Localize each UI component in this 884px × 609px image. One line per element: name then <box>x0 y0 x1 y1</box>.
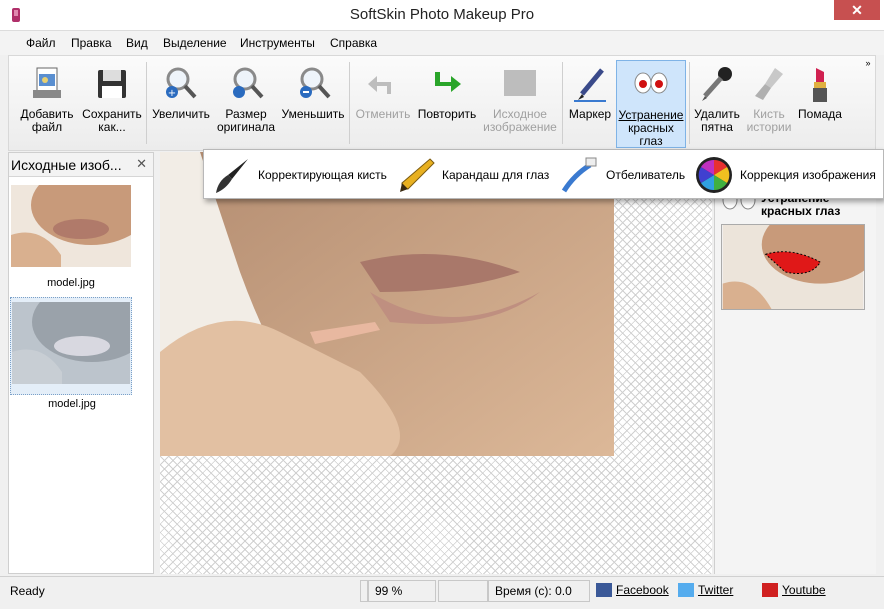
save-as-button[interactable]: Сохранить как... <box>79 60 145 148</box>
image-canvas[interactable] <box>160 152 712 574</box>
eye-pencil-item[interactable]: Карандаш для глаз <box>396 155 549 195</box>
panel-close-icon[interactable]: ✕ <box>136 156 147 172</box>
panel-header: Исходные изоб... ✕ <box>9 153 153 177</box>
whitener-label: Отбеливатель <box>606 168 686 182</box>
undo-button[interactable]: Отменить <box>352 60 414 148</box>
title-bar: SoftSkin Photo Makeup Pro ✕ <box>0 0 884 31</box>
image-correction-label: Коррекция изображения <box>740 168 876 182</box>
thumbnail-image <box>12 302 130 384</box>
source-images-panel: Исходные изоб... ✕ model.jpg model.jpg <box>8 152 154 574</box>
remove-spots-label-2: пятна <box>701 120 733 134</box>
eye-pencil-label: Карандаш для глаз <box>442 168 550 182</box>
marker-label: Маркер <box>568 107 612 121</box>
svg-text:+: + <box>168 88 176 99</box>
source-image-icon <box>504 70 536 96</box>
tool-name-line-2: красных глаз <box>761 204 841 218</box>
zoom-readout: 99 % <box>368 580 436 602</box>
status-cell <box>360 580 368 602</box>
menu-help[interactable]: Справка <box>330 36 377 50</box>
panel-title: Исходные изоб... <box>11 157 122 173</box>
menu-selection[interactable]: Выделение <box>163 36 227 50</box>
window-title: SoftSkin Photo Makeup Pro <box>349 6 535 23</box>
correction-brush-label: Корректирующая кисть <box>258 168 387 182</box>
menu-file[interactable]: Файл <box>26 36 56 50</box>
zoom-in-button[interactable]: + Увеличить <box>149 60 213 148</box>
redo-label: Повторить <box>417 107 477 121</box>
redo-button[interactable]: Повторить <box>414 60 480 148</box>
zoom-out-icon <box>300 67 331 99</box>
history-brush-button[interactable]: Кисть истории <box>744 60 794 148</box>
status-cell <box>438 580 488 602</box>
history-brush-icon <box>755 68 783 100</box>
whitener-item[interactable]: Отбеливатель <box>560 155 685 195</box>
toolbar-separator <box>562 62 563 144</box>
youtube-label: Youtube <box>782 583 826 597</box>
facebook-icon <box>596 583 612 597</box>
status-bar: Ready 99 % Время (с): 0.0 Facebook Twitt… <box>0 576 884 609</box>
pipette-icon <box>702 67 732 101</box>
tools-popup: Корректирующая кисть Карандаш для глаз О… <box>203 149 884 199</box>
original-size-label-2: оригинала <box>216 120 276 134</box>
lipstick-label: Помада <box>798 107 842 121</box>
marker-pen-icon <box>574 68 606 102</box>
toolbar-separator <box>689 62 690 144</box>
zoom-in-icon: + <box>166 67 197 99</box>
original-size-button[interactable]: Размер оригинала <box>213 60 279 148</box>
remove-spots-button[interactable]: Удалить пятна <box>691 60 743 148</box>
toolbar-overflow-button[interactable]: » <box>863 58 873 148</box>
undo-label: Отменить <box>355 107 411 121</box>
brush-icon <box>216 159 248 193</box>
source-image-button[interactable]: Исходное изображение <box>481 60 559 148</box>
image-correction-item[interactable]: Коррекция изображения <box>694 155 876 195</box>
menu-edit[interactable]: Правка <box>71 36 112 50</box>
toolbar: Добавить файл Сохранить как... + Увеличи… <box>8 55 876 151</box>
undo-arrow-icon <box>368 76 391 94</box>
facebook-link[interactable]: Facebook <box>596 583 669 597</box>
zoom-out-button[interactable]: Уменьшить <box>279 60 347 148</box>
history-brush-label-2: истории <box>746 120 792 134</box>
source-image-label-2: изображение <box>483 120 557 134</box>
facebook-label: Facebook <box>616 583 669 597</box>
tool-settings-panel: Устранение красных глаз <box>714 152 876 574</box>
lipstick-icon <box>813 68 827 102</box>
save-as-label-2: как... <box>98 120 126 134</box>
marker-button[interactable]: Маркер <box>565 60 615 148</box>
twitter-label: Twitter <box>698 583 734 597</box>
toothbrush-icon <box>561 157 597 193</box>
correction-brush-item[interactable]: Корректирующая кисть <box>212 155 387 195</box>
lipstick-button[interactable]: Помада <box>795 60 845 148</box>
thumbnail-label: model.jpg <box>48 398 96 410</box>
toolbar-separator <box>146 62 147 144</box>
add-file-button[interactable]: Добавить файл <box>15 60 79 148</box>
youtube-link[interactable]: Youtube <box>762 583 826 597</box>
zoom-out-label: Уменьшить <box>281 107 345 121</box>
zoom-original-icon <box>233 67 264 99</box>
twitter-icon <box>678 583 694 597</box>
menu-bar: Файл Правка Вид Выделение Инструменты Сп… <box>0 31 884 55</box>
redo-arrow-icon <box>435 72 461 92</box>
floppy-icon <box>98 70 126 98</box>
zoom-in-label: Увеличить <box>152 107 210 121</box>
add-file-label-2: файл <box>31 120 63 134</box>
pencil-icon <box>400 158 435 192</box>
red-eye-icon <box>634 72 668 94</box>
thumbnail-label: model.jpg <box>47 277 95 289</box>
menu-tools[interactable]: Инструменты <box>240 36 315 50</box>
add-file-icon <box>33 67 61 98</box>
status-text: Ready <box>10 584 45 598</box>
red-eye-label-3: глаз <box>639 134 663 148</box>
menu-view[interactable]: Вид <box>126 36 148 50</box>
youtube-icon <box>762 583 778 597</box>
tool-preview-image <box>721 224 865 310</box>
twitter-link[interactable]: Twitter <box>678 583 733 597</box>
toolbar-separator <box>349 62 350 144</box>
close-button[interactable]: ✕ <box>834 0 880 20</box>
time-readout: Время (с): 0.0 <box>488 580 590 602</box>
thumbnail-image[interactable] <box>11 185 131 267</box>
red-eye-button[interactable]: Устранение красных глаз <box>616 60 686 148</box>
thumbnail-selected[interactable]: model.jpg <box>10 297 132 410</box>
color-wheel-icon <box>696 157 732 193</box>
